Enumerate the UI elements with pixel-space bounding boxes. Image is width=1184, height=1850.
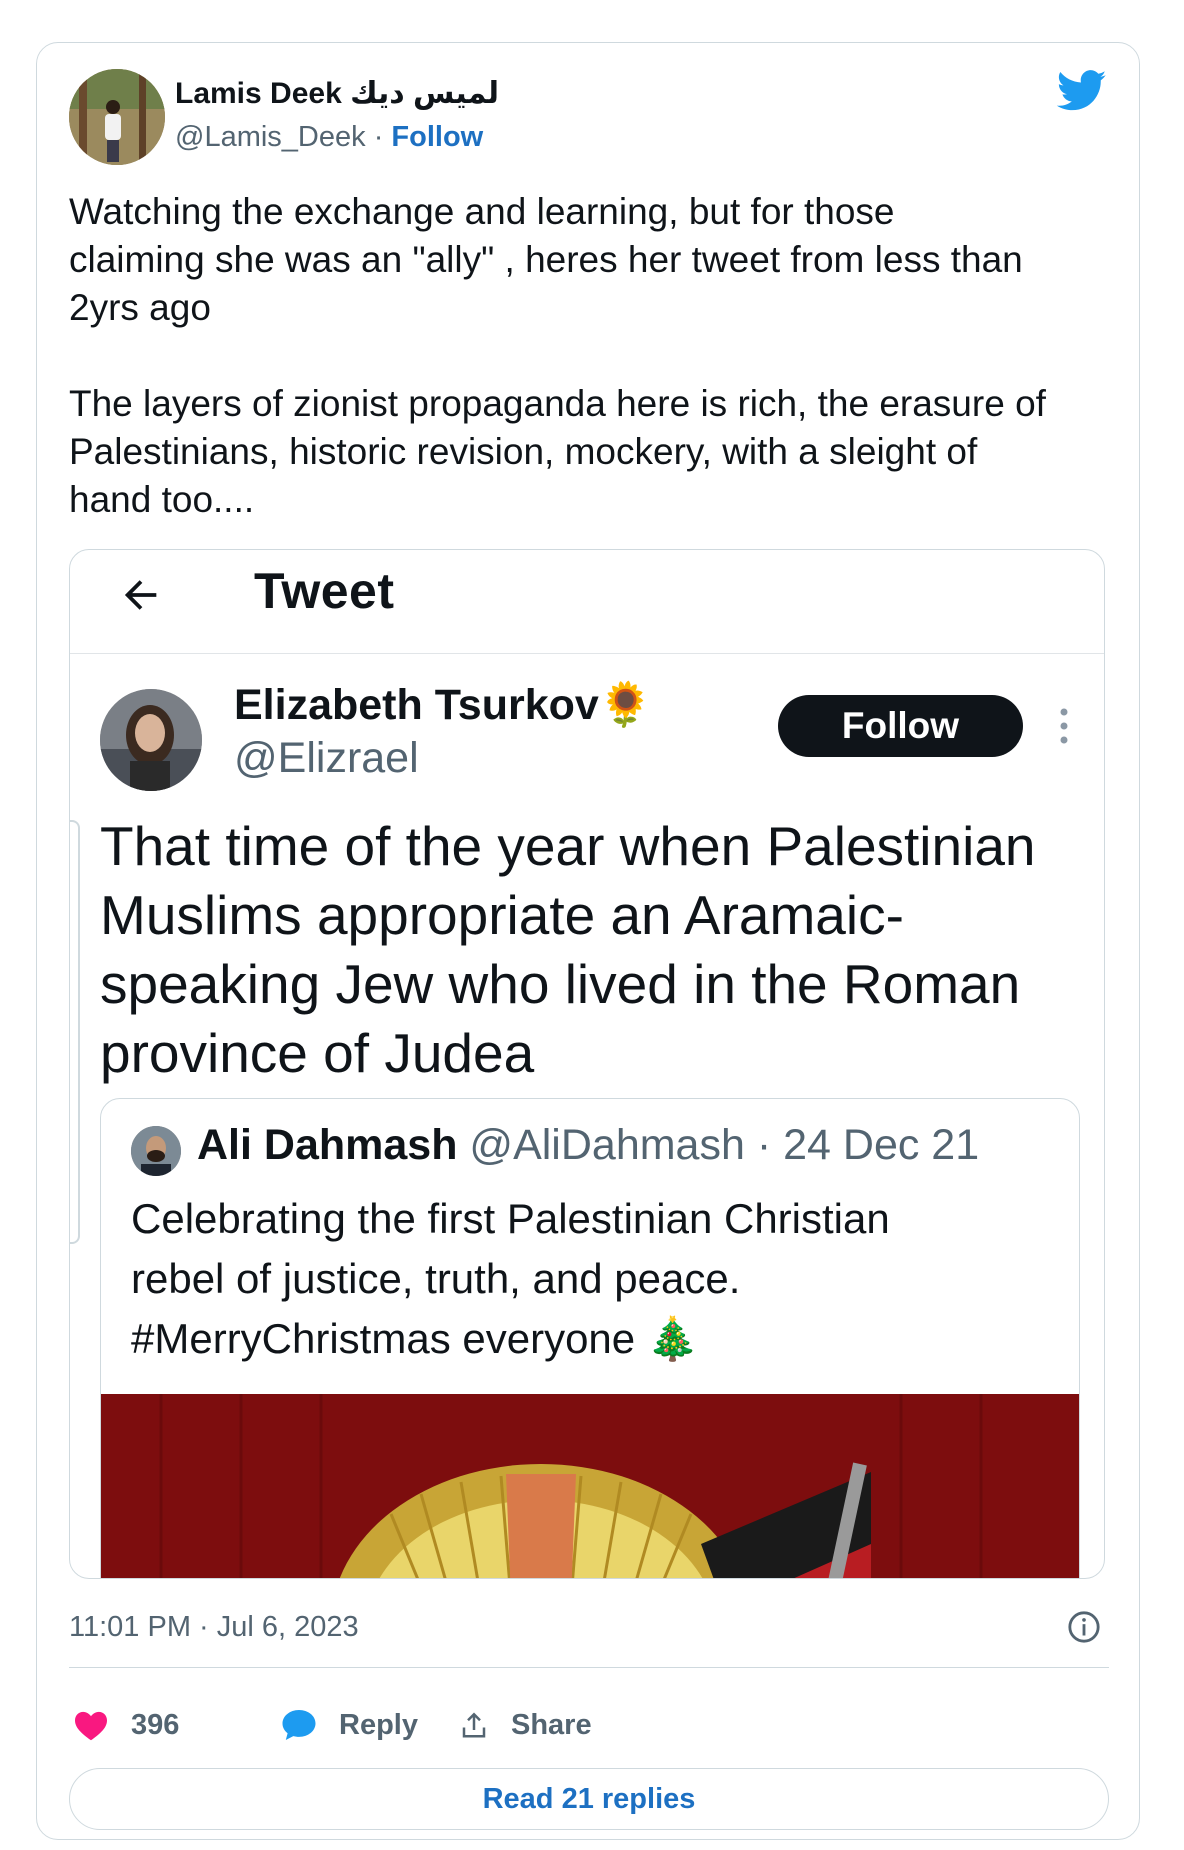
divider bbox=[69, 1667, 1109, 1668]
read-replies-button[interactable]: Read 21 replies bbox=[69, 1768, 1109, 1830]
author-avatar[interactable] bbox=[69, 69, 165, 165]
like-button[interactable]: 396 bbox=[73, 1703, 179, 1747]
twitter-bird-icon[interactable] bbox=[1057, 69, 1107, 113]
follow-link[interactable]: Follow bbox=[391, 121, 483, 153]
tweet-text: Watching the exchange and learning, but … bbox=[69, 188, 1119, 572]
quoted-follow-button: Follow bbox=[778, 695, 1023, 757]
author-handle[interactable]: @Lamis_Deek bbox=[175, 121, 366, 153]
nested-author-avatar bbox=[131, 1126, 181, 1176]
nested-tweet-header: Ali Dahmash @AliDahmash · 24 Dec 21 bbox=[197, 1121, 979, 1170]
screenshot-title: Tweet bbox=[254, 563, 395, 619]
tweet-paragraph: The layers of zionist propaganda here is… bbox=[69, 383, 1046, 520]
info-icon[interactable] bbox=[1067, 1610, 1101, 1644]
quoted-author-name: Elizabeth Tsurkov🌻 bbox=[234, 681, 653, 729]
nested-author-handle: @AliDahmash bbox=[469, 1121, 745, 1169]
heart-icon bbox=[75, 1711, 107, 1741]
reply-label: Reply bbox=[339, 1708, 418, 1741]
quoted-tweet-text: That time of the year when Palestinian M… bbox=[100, 815, 1036, 1084]
reply-button[interactable]: Reply bbox=[281, 1703, 418, 1747]
nested-author-name: Ali Dahmash bbox=[197, 1121, 458, 1169]
share-upload-icon bbox=[462, 1712, 486, 1738]
tweet-embed-card: Lamis Deek لميس ديك @Lamis_Deek · Follow… bbox=[36, 42, 1140, 1840]
quoted-author-handle: @Elizrael bbox=[234, 734, 419, 782]
nested-tweet-date: · 24 Dec 21 bbox=[756, 1121, 980, 1169]
share-button[interactable]: Share bbox=[459, 1703, 592, 1747]
share-label: Share bbox=[511, 1708, 592, 1741]
reply-bubble-icon bbox=[282, 1710, 316, 1740]
nested-tweet-text: Celebrating the first Palestinian Christ… bbox=[131, 1195, 890, 1362]
quoted-author-avatar bbox=[100, 689, 202, 791]
more-vertical-icon bbox=[1060, 708, 1068, 744]
thread-line bbox=[70, 820, 80, 1244]
action-bar: 396 Reply Share bbox=[69, 1703, 1109, 1747]
like-count: 396 bbox=[131, 1708, 180, 1741]
author-handle-row: @Lamis_Deek · Follow bbox=[175, 121, 483, 154]
nested-quote-card: Ali Dahmash @AliDahmash · 24 Dec 21 Cele… bbox=[100, 1098, 1080, 1578]
back-arrow-icon bbox=[124, 580, 157, 610]
nested-tweet-image bbox=[101, 1394, 1079, 1578]
tweet-timestamp[interactable]: 11:01 PM · Jul 6, 2023 bbox=[69, 1611, 359, 1644]
author-name[interactable]: Lamis Deek لميس ديك bbox=[175, 76, 499, 111]
handle-separator: · bbox=[373, 121, 384, 153]
screenshot-header: Tweet bbox=[70, 550, 1104, 654]
tweet-paragraph: Watching the exchange and learning, but … bbox=[69, 191, 1023, 328]
embedded-screenshot[interactable]: Tweet Elizabeth Tsurkov🌻 @Elizrael Follo… bbox=[69, 549, 1105, 1579]
